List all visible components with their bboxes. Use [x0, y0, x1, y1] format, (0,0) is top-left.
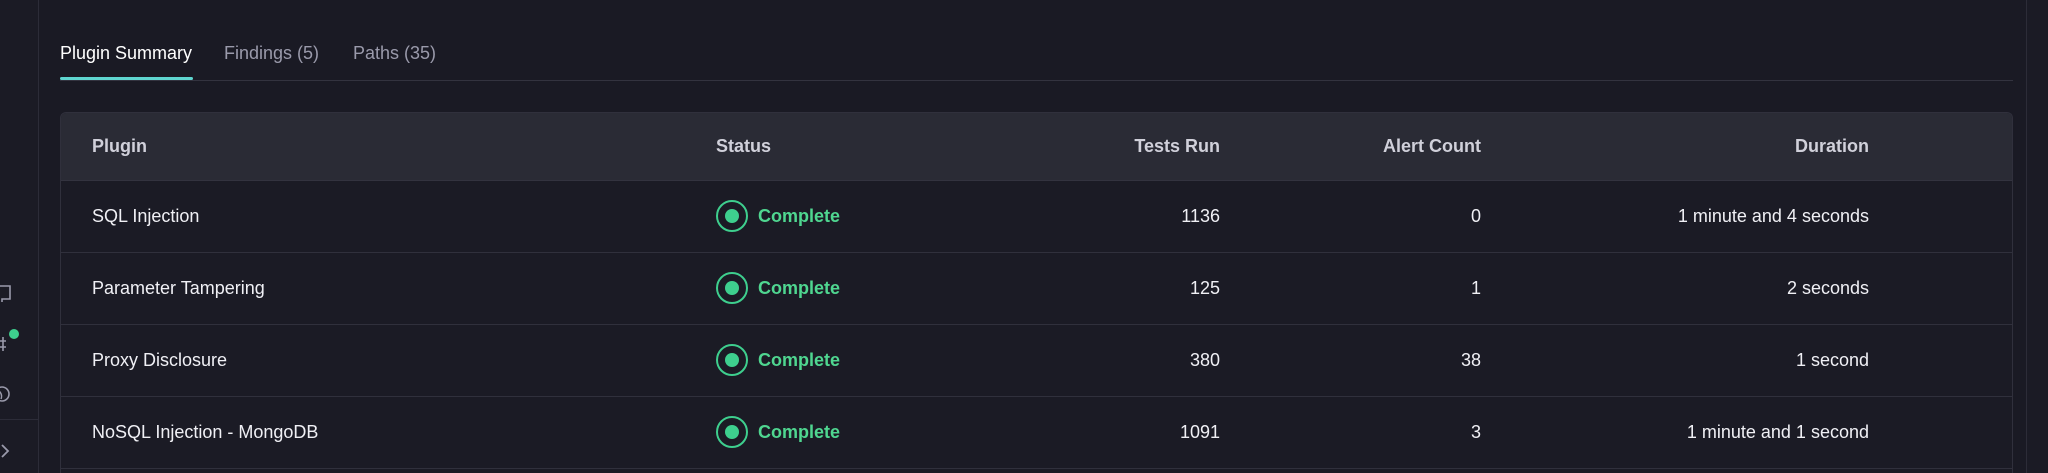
alert-count-value: 1 — [1470, 278, 1481, 298]
plugin-summary-table: Plugin Status Tests Run Alert Count Dura… — [60, 112, 2013, 473]
table-header-row: Plugin Status Tests Run Alert Count Dura… — [61, 113, 2012, 181]
status-label: Complete — [758, 421, 841, 442]
tab-paths[interactable]: Paths (35) — [353, 43, 436, 64]
alert-count-value: 3 — [1470, 422, 1481, 442]
alert-count-value: 38 — [1460, 350, 1481, 370]
status-label: Complete — [758, 277, 841, 298]
tests-run-value: 1136 — [1181, 206, 1220, 226]
plugin-name: Proxy Disclosure — [92, 350, 228, 370]
status-label: Complete — [758, 349, 841, 370]
table-row[interactable]: SQL Injection Complete 1136 0 1 minute a… — [61, 181, 2012, 253]
right-scroll-strip[interactable] — [2026, 0, 2048, 473]
tab-plugin-summary[interactable]: Plugin Summary — [60, 43, 192, 64]
tests-run-value: 1091 — [1179, 422, 1220, 442]
column-header-tests-run[interactable]: Tests Run — [1134, 136, 1220, 157]
status-badge: Complete — [716, 344, 840, 376]
app-window: Plugin Summary Findings (5) Paths (35) P… — [0, 0, 2048, 473]
complete-status-icon — [716, 200, 748, 232]
table-row[interactable]: Proxy Disclosure Complete 380 38 1 secon… — [61, 325, 2012, 397]
plugin-name: SQL Injection — [92, 206, 200, 226]
table-row[interactable]: Parameter Tampering Complete 125 1 2 sec… — [61, 253, 2012, 325]
active-tab-indicator — [60, 77, 193, 80]
complete-status-icon — [716, 416, 748, 448]
chevron-right-icon[interactable] — [0, 441, 16, 461]
duration-value: 1 minute and 4 seconds — [1677, 206, 1869, 226]
alert-count-value: 0 — [1470, 206, 1481, 226]
left-sidebar-rail — [0, 0, 39, 473]
column-header-plugin[interactable]: Plugin — [92, 136, 147, 157]
duration-value: 1 second — [1795, 350, 1869, 370]
tests-run-value: 125 — [1189, 278, 1220, 298]
status-label: Complete — [758, 205, 841, 226]
tests-run-value: 380 — [1189, 350, 1220, 370]
plugin-name: NoSQL Injection - MongoDB — [92, 422, 319, 442]
notification-dot — [9, 329, 19, 339]
globe-icon[interactable] — [0, 384, 16, 404]
status-badge: Complete — [716, 272, 840, 304]
tab-bar: Plugin Summary Findings (5) Paths (35) — [60, 0, 2013, 81]
complete-status-icon — [716, 344, 748, 376]
duration-value: 2 seconds — [1786, 278, 1869, 298]
column-header-duration[interactable]: Duration — [1795, 136, 1869, 157]
column-header-status[interactable]: Status — [716, 136, 771, 157]
table-row[interactable]: NoSQL Injection - MongoDB Complete 1091 … — [61, 397, 2012, 469]
status-badge: Complete — [716, 200, 840, 232]
duration-value: 1 minute and 1 second — [1686, 422, 1869, 442]
book-icon[interactable] — [0, 283, 16, 303]
column-header-alert-count[interactable]: Alert Count — [1383, 136, 1481, 157]
complete-status-icon — [716, 272, 748, 304]
plugin-name: Parameter Tampering — [92, 278, 265, 298]
rail-divider — [0, 419, 39, 420]
tab-findings[interactable]: Findings (5) — [224, 43, 319, 64]
status-badge: Complete — [716, 416, 840, 448]
